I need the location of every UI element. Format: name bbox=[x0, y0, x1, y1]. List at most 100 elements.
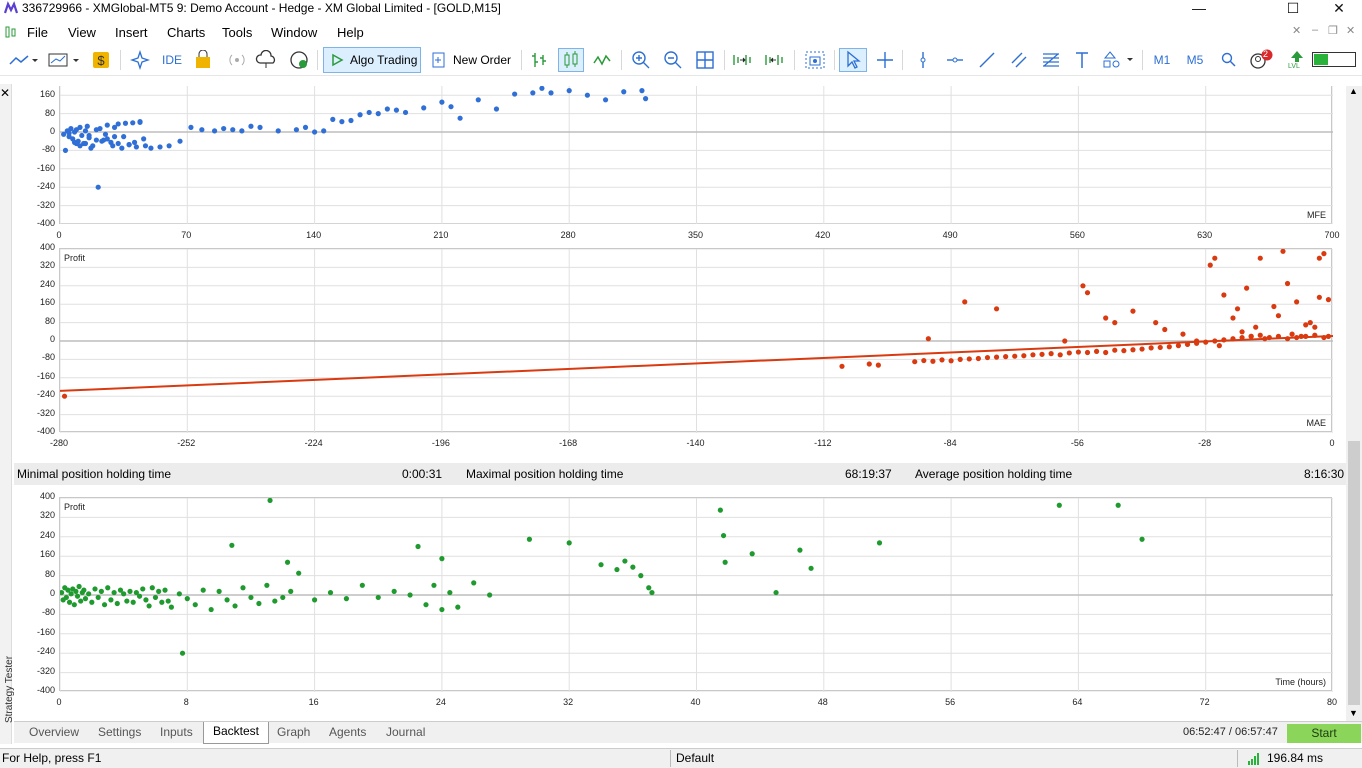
scatter-point bbox=[957, 356, 963, 362]
y-tick-label: -160 bbox=[36, 626, 55, 637]
chart-type-button[interactable] bbox=[6, 48, 40, 72]
scroll-down-icon[interactable]: ▼ bbox=[1349, 708, 1358, 718]
scatter-point bbox=[925, 336, 931, 342]
zoom-out-button[interactable] bbox=[662, 48, 684, 72]
menu-file[interactable]: File bbox=[27, 25, 48, 40]
y-tick-label: -400 bbox=[36, 685, 55, 695]
strategy-tester-side-tab[interactable]: Strategy Tester bbox=[0, 84, 15, 744]
mae-chart: Profit MAE bbox=[59, 248, 1334, 434]
autoscroll-button[interactable] bbox=[762, 48, 786, 72]
menu-view[interactable]: View bbox=[68, 25, 96, 40]
timeframe-m5-button[interactable]: M5 bbox=[1182, 48, 1208, 72]
scroll-up-icon[interactable]: ▲ bbox=[1349, 86, 1358, 96]
scatter-point bbox=[105, 585, 111, 591]
scatter-point bbox=[86, 591, 92, 597]
y-tick-label: -240 bbox=[36, 646, 55, 657]
signal-broadcast-icon bbox=[229, 54, 245, 66]
y-tick-label: 400 bbox=[39, 242, 55, 252]
text-tool-button[interactable] bbox=[1072, 48, 1092, 72]
tab-backtest[interactable]: Backtest bbox=[203, 722, 270, 744]
vertical-line-button[interactable] bbox=[912, 48, 934, 72]
tab-agents[interactable]: Agents bbox=[329, 725, 366, 739]
bar-chart-button[interactable] bbox=[528, 48, 550, 72]
crosshair-button[interactable] bbox=[874, 48, 896, 72]
scatter-point bbox=[121, 591, 127, 597]
line-chart-button[interactable] bbox=[592, 48, 614, 72]
menu-charts[interactable]: Charts bbox=[167, 25, 205, 40]
community-button[interactable] bbox=[286, 48, 312, 72]
vps-button[interactable] bbox=[254, 48, 280, 72]
scatter-point bbox=[73, 140, 79, 147]
signals-button[interactable] bbox=[226, 48, 248, 72]
scatter-point bbox=[1093, 348, 1100, 354]
scatter-point bbox=[157, 144, 163, 150]
shapes-button[interactable] bbox=[1100, 48, 1136, 72]
tab-overview[interactable]: Overview bbox=[29, 725, 79, 739]
horizontal-line-button[interactable] bbox=[944, 48, 966, 72]
y-tick-label: 160 bbox=[39, 89, 55, 100]
scatter-point bbox=[1303, 333, 1309, 339]
algo-trading-button[interactable]: Algo Trading bbox=[323, 47, 421, 73]
cloud-icon bbox=[255, 50, 276, 68]
cursor-tool-button[interactable] bbox=[839, 48, 867, 72]
scatter-point bbox=[1221, 292, 1227, 298]
maximize-button[interactable]: ☐ bbox=[1270, 0, 1316, 18]
crosshair-icon bbox=[877, 52, 893, 68]
scatter-point bbox=[455, 604, 461, 610]
scatter-point bbox=[876, 540, 883, 546]
search-button[interactable] bbox=[1218, 48, 1240, 72]
notification-count: 2 bbox=[1263, 49, 1269, 59]
scatter-point bbox=[130, 120, 136, 126]
ide-button[interactable]: IDE bbox=[158, 48, 186, 72]
scatter-point bbox=[1294, 299, 1300, 305]
tab-settings[interactable]: Settings bbox=[98, 725, 141, 739]
deposit-button[interactable]: $ bbox=[90, 48, 112, 72]
menu-insert[interactable]: Insert bbox=[115, 25, 148, 40]
zoom-in-button[interactable] bbox=[630, 48, 652, 72]
market-button[interactable] bbox=[192, 48, 214, 72]
notifications-button[interactable]: 2 bbox=[1248, 48, 1274, 72]
scatter-point bbox=[68, 591, 74, 597]
screenshot-button[interactable] bbox=[802, 48, 828, 72]
scatter-point bbox=[102, 131, 109, 137]
minimize-button[interactable]: — bbox=[1176, 0, 1222, 18]
scatter-point bbox=[1112, 347, 1118, 353]
scatter-point bbox=[93, 137, 99, 143]
navigator-button[interactable] bbox=[128, 48, 152, 72]
scatter-point bbox=[866, 361, 872, 367]
menu-help[interactable]: Help bbox=[337, 25, 364, 40]
new-order-button[interactable]: New Order bbox=[428, 48, 514, 72]
y-tick-label: -80 bbox=[41, 607, 55, 618]
menu-window[interactable]: Window bbox=[271, 25, 317, 40]
panel-close-icon[interactable]: ✕ bbox=[0, 86, 10, 100]
scatter-point bbox=[92, 586, 98, 592]
close-button[interactable]: ✕ bbox=[1316, 0, 1362, 18]
trendline-button[interactable] bbox=[976, 48, 998, 72]
channel-button[interactable] bbox=[1008, 48, 1030, 72]
candlestick-button[interactable] bbox=[558, 48, 584, 72]
scatter-point bbox=[74, 593, 81, 599]
mdi-restore-icon[interactable]: ❐ bbox=[1328, 24, 1338, 37]
start-button[interactable]: Start bbox=[1287, 724, 1361, 743]
y-tick-label: -80 bbox=[41, 144, 55, 155]
mdi-minimize-icon[interactable]: – bbox=[1312, 24, 1318, 36]
templates-button[interactable] bbox=[46, 48, 82, 72]
line-chart-icon bbox=[9, 55, 38, 65]
mae-axis-label: MAE bbox=[1306, 418, 1326, 428]
tab-inputs[interactable]: Inputs bbox=[160, 725, 193, 739]
holding-time-chart: Profit Time (hours) bbox=[58, 497, 1334, 693]
window-title: 336729966 - XMGlobal-MT5 9: Demo Account… bbox=[22, 1, 501, 15]
menu-tools[interactable]: Tools bbox=[222, 25, 252, 40]
scatter-point bbox=[104, 122, 110, 128]
scatter-point bbox=[642, 96, 649, 102]
mdi-close-icon-2[interactable]: ✕ bbox=[1346, 24, 1355, 37]
tile-windows-button[interactable] bbox=[694, 48, 716, 72]
tab-graph[interactable]: Graph bbox=[277, 725, 310, 739]
mdi-close-icon[interactable]: ✕ bbox=[1292, 24, 1301, 37]
fibonacci-button[interactable] bbox=[1040, 48, 1062, 72]
timeframe-m1-button[interactable]: M1 bbox=[1150, 48, 1174, 72]
scrollbar-thumb[interactable] bbox=[1348, 441, 1360, 705]
chart-shift-button[interactable] bbox=[730, 48, 754, 72]
x-tick-label: 420 bbox=[815, 230, 831, 240]
tab-journal[interactable]: Journal bbox=[386, 725, 425, 739]
